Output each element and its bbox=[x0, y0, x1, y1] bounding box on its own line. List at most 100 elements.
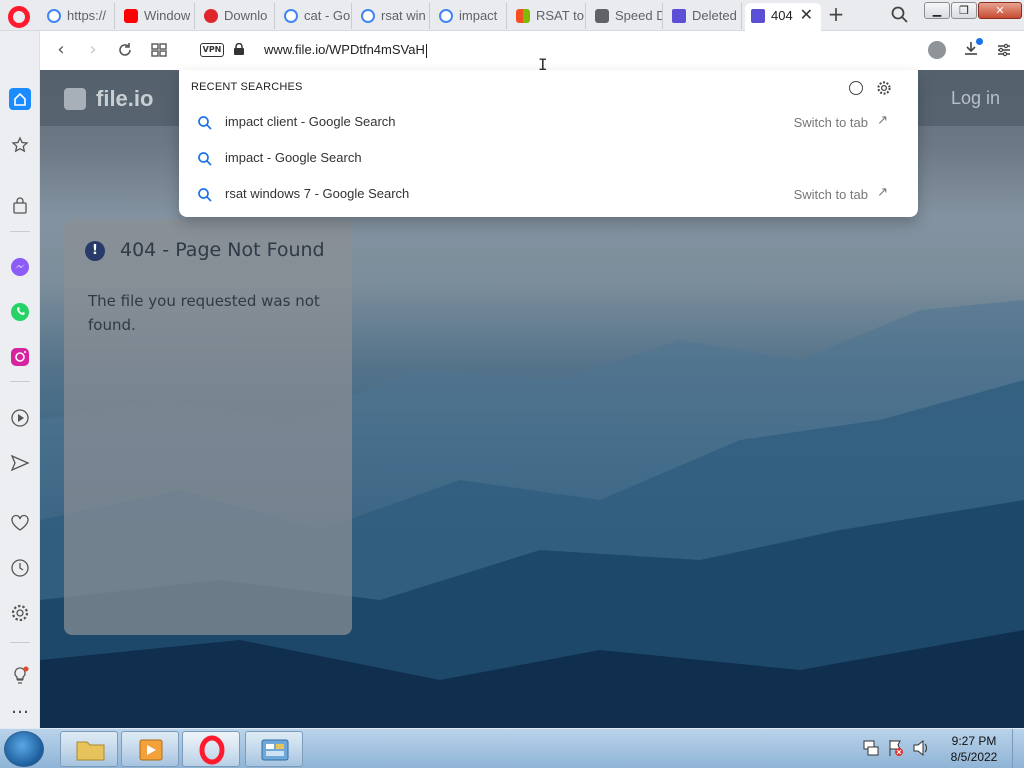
back-button[interactable]: ‹ bbox=[52, 41, 70, 59]
switch-to-tab-button[interactable]: Switch to tab bbox=[794, 115, 868, 130]
reload-button[interactable] bbox=[116, 41, 134, 59]
settings-gear-icon[interactable] bbox=[9, 602, 31, 624]
tab[interactable]: https:// bbox=[41, 3, 115, 29]
search-tabs-icon[interactable] bbox=[890, 5, 910, 25]
search-icon bbox=[198, 152, 212, 166]
suggestion-item[interactable]: impact - Google Search bbox=[179, 142, 918, 176]
url-input[interactable]: www.file.io/WPDtfn4mSVaH bbox=[264, 42, 427, 58]
tab-label: cat - Go bbox=[304, 8, 351, 23]
history-clock-icon[interactable] bbox=[9, 557, 31, 579]
taskbar-control-panel[interactable] bbox=[245, 731, 303, 767]
taskbar-explorer[interactable] bbox=[60, 731, 118, 767]
site-name[interactable]: file.io bbox=[96, 86, 153, 112]
text-caret bbox=[425, 43, 427, 58]
google-icon bbox=[284, 9, 298, 23]
shopping-bag-icon[interactable] bbox=[9, 195, 31, 217]
clock[interactable]: 9:27 PM 8/5/2022 bbox=[944, 733, 1004, 765]
download-badge bbox=[976, 38, 983, 45]
player-icon[interactable] bbox=[9, 407, 31, 429]
recent-searches-heading: RECENT SEARCHES bbox=[191, 81, 303, 93]
taskbar-opera[interactable] bbox=[182, 731, 240, 767]
home-icon[interactable] bbox=[9, 88, 31, 110]
clock-date: 8/5/2022 bbox=[950, 750, 998, 764]
fileio-icon bbox=[751, 9, 765, 23]
tab[interactable]: Downlo bbox=[198, 3, 275, 29]
suggestion-text: impact - Google Search bbox=[225, 150, 362, 165]
start-button[interactable] bbox=[4, 731, 44, 767]
lock-icon[interactable] bbox=[234, 43, 244, 55]
tab-active[interactable]: 404 ✕ bbox=[745, 3, 821, 31]
emoji-icon[interactable] bbox=[849, 81, 863, 95]
minimize-icon: ▁ bbox=[932, 4, 942, 17]
google-icon bbox=[439, 9, 453, 23]
tab-label: rsat win bbox=[381, 8, 426, 23]
tab[interactable]: rsat win bbox=[355, 3, 430, 29]
arrow-up-right-icon: ↗ bbox=[877, 185, 888, 200]
action-center-flag-icon[interactable] bbox=[889, 740, 903, 756]
fileio-logo-icon[interactable] bbox=[64, 88, 86, 110]
easy-setup-icon[interactable] bbox=[996, 42, 1012, 58]
taskbar: 9:27 PM 8/5/2022 bbox=[0, 728, 1024, 768]
error-card: ! 404 - Page Not Found The file you requ… bbox=[64, 219, 352, 635]
tab[interactable]: impact bbox=[433, 3, 507, 29]
show-desktop-button[interactable] bbox=[1012, 729, 1024, 768]
suggestion-item[interactable]: impact client - Google Search Switch to … bbox=[179, 106, 918, 140]
switch-to-tab-button[interactable]: Switch to tab bbox=[794, 187, 868, 202]
tips-lightbulb-icon[interactable] bbox=[9, 665, 31, 687]
google-icon bbox=[361, 9, 375, 23]
close-window-button[interactable]: ✕ bbox=[978, 2, 1022, 19]
tab[interactable]: Deleted bbox=[666, 3, 742, 29]
vpn-badge[interactable]: VPN bbox=[200, 43, 224, 57]
restore-icon: ❐ bbox=[959, 4, 969, 17]
error-message: The file you requested was not found. bbox=[88, 292, 320, 334]
login-link[interactable]: Log in bbox=[951, 88, 1000, 109]
address-suggestions-dropdown: RECENT SEARCHES impact client - Google S… bbox=[179, 70, 918, 217]
instagram-icon[interactable] bbox=[9, 346, 31, 368]
sidebar-divider bbox=[10, 231, 30, 232]
fileio-icon bbox=[672, 9, 686, 23]
more-options-icon[interactable]: … bbox=[9, 697, 31, 719]
bookmarks-star-icon[interactable] bbox=[9, 134, 31, 156]
tab-label: https:// bbox=[67, 8, 107, 23]
forward-button[interactable]: › bbox=[84, 41, 102, 59]
heart-icon[interactable] bbox=[9, 512, 31, 534]
profile-icon[interactable] bbox=[928, 41, 946, 59]
gear-icon[interactable] bbox=[876, 80, 892, 96]
suggestion-item[interactable]: rsat windows 7 - Google Search Switch to… bbox=[179, 178, 918, 212]
messenger-icon[interactable] bbox=[9, 256, 31, 278]
new-tab-button[interactable]: + bbox=[826, 4, 846, 25]
maximize-button[interactable]: ❐ bbox=[951, 2, 977, 19]
tab[interactable]: Window bbox=[118, 3, 195, 29]
tab[interactable]: RSAT to bbox=[510, 3, 586, 29]
network-icon[interactable] bbox=[863, 740, 879, 756]
tab-label: Deleted bbox=[692, 8, 737, 23]
tab-strip: https:// Window Downlo cat - Go rsat win… bbox=[0, 0, 1024, 31]
close-icon: ✕ bbox=[995, 4, 1005, 17]
whatsapp-icon[interactable] bbox=[9, 301, 31, 323]
suggestion-text: rsat windows 7 - Google Search bbox=[225, 186, 410, 201]
address-bar: ‹ › VPN www.file.io/WPDtfn4mSVaH I bbox=[40, 31, 1024, 74]
tab-label: impact bbox=[459, 8, 498, 23]
folder-icon bbox=[76, 741, 105, 761]
control-panel-icon bbox=[261, 739, 289, 761]
exclamation-icon: ! bbox=[85, 241, 105, 261]
google-icon bbox=[47, 9, 61, 23]
sidebar-divider bbox=[10, 642, 30, 643]
microsoft-icon bbox=[516, 9, 530, 23]
taskbar-media-player[interactable] bbox=[121, 731, 179, 767]
tab[interactable]: Speed D bbox=[589, 3, 663, 29]
sidebar-divider bbox=[10, 381, 30, 382]
media-player-icon bbox=[139, 739, 163, 761]
mega-icon bbox=[204, 9, 218, 23]
opera-icon bbox=[199, 735, 225, 765]
tab-snapshot-icon[interactable] bbox=[150, 41, 168, 59]
minimize-button[interactable]: ▁ bbox=[924, 2, 950, 19]
opera-menu-icon[interactable] bbox=[8, 6, 30, 28]
tab[interactable]: cat - Go bbox=[278, 3, 352, 29]
volume-icon[interactable] bbox=[913, 739, 927, 757]
clock-time: 9:27 PM bbox=[951, 734, 997, 748]
close-tab-icon[interactable]: ✕ bbox=[800, 3, 813, 29]
system-tray bbox=[862, 737, 932, 763]
send-icon[interactable] bbox=[9, 452, 31, 474]
search-icon bbox=[198, 116, 212, 130]
